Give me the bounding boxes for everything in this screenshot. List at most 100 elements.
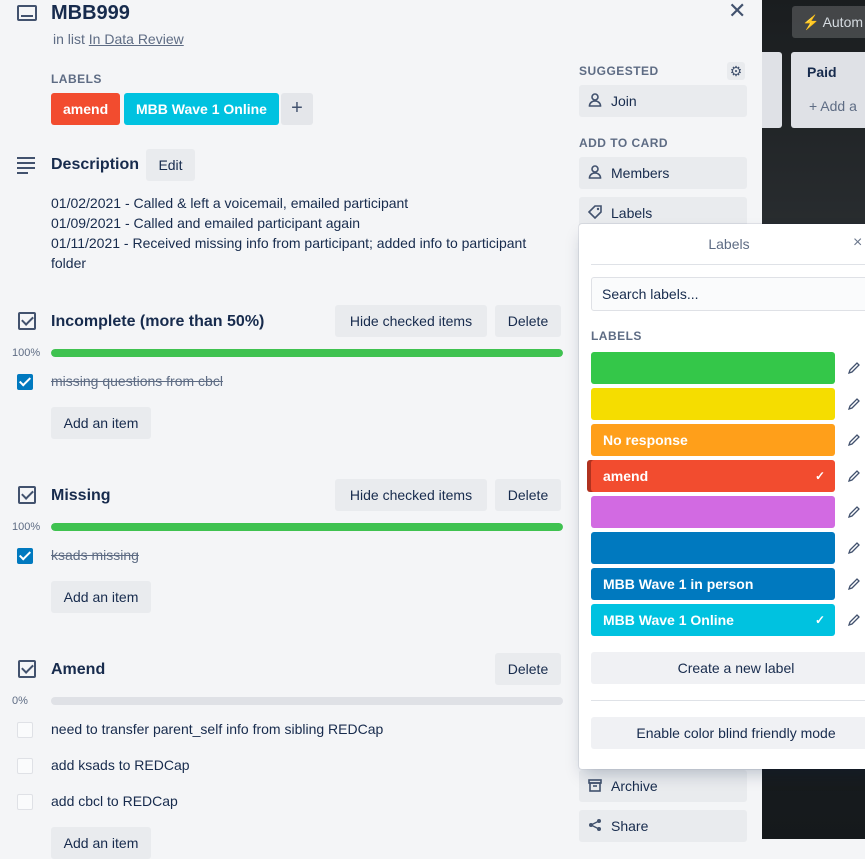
delete-checklist-button[interactable]: Delete	[495, 479, 561, 511]
label-option[interactable]: No response	[591, 424, 835, 456]
card-icon	[17, 5, 37, 21]
checklist-percent: 0%	[12, 695, 28, 707]
checklist-item-checkbox[interactable]	[17, 722, 33, 738]
popover-title: Labels	[708, 236, 750, 252]
checkmark-icon: ✓	[814, 613, 825, 627]
progress-fill	[51, 349, 563, 357]
checklist-item-text[interactable]: missing questions from cbcl	[51, 373, 223, 389]
pencil-icon[interactable]	[847, 541, 861, 555]
checklist-title[interactable]: Amend	[51, 661, 105, 679]
checklist-item-checkbox[interactable]	[17, 374, 33, 390]
checklist-title[interactable]: Missing	[51, 487, 111, 505]
divider	[591, 700, 865, 701]
automate-label: Autom	[822, 14, 864, 30]
archive-label: Archive	[611, 778, 658, 794]
label-option-text: MBB Wave 1 Online	[603, 612, 734, 628]
progress-fill	[51, 523, 563, 531]
description-line: 01/09/2021 - Called and emailed particip…	[51, 215, 360, 231]
checklist-icon	[18, 660, 36, 678]
card-title[interactable]: MBB999	[51, 2, 130, 25]
join-label: Join	[611, 93, 637, 109]
pencil-icon[interactable]	[847, 577, 861, 591]
checklist-progress-bar	[51, 523, 563, 531]
board-list-partial	[762, 52, 782, 128]
add-to-card-heading: ADD TO CARD	[579, 136, 669, 150]
label-chip-amend[interactable]: amend	[51, 93, 121, 125]
checklist-percent: 100%	[12, 347, 41, 359]
close-icon[interactable]: ×	[853, 234, 862, 252]
add-label-button[interactable]: +	[281, 93, 313, 125]
checklist-item-checkbox[interactable]	[17, 548, 33, 564]
checklist-item-text[interactable]: ksads missing	[51, 547, 139, 563]
description-heading: Description	[51, 156, 140, 173]
description-text[interactable]: 01/02/2021 - Called & left a voicemail, …	[51, 193, 551, 273]
join-button[interactable]: Join	[579, 85, 747, 117]
label-chip-mbb-wave-1-online[interactable]: MBB Wave 1 Online	[124, 93, 279, 125]
card-list-info: in list In Data Review	[53, 31, 184, 47]
members-label: Members	[611, 165, 670, 181]
share-icon	[589, 819, 601, 831]
in-list-prefix: in list	[53, 31, 85, 47]
edit-description-button[interactable]: Edit	[146, 149, 195, 181]
label-option[interactable]	[591, 496, 835, 528]
hide-checked-items-button[interactable]: Hide checked items	[335, 305, 487, 337]
description-line: 01/02/2021 - Called & left a voicemail, …	[51, 195, 409, 211]
gear-icon[interactable]: ⚙	[727, 62, 745, 80]
person-icon	[588, 165, 602, 179]
popover-labels-heading: LABELS	[591, 329, 642, 343]
share-label: Share	[611, 818, 649, 834]
checklist-progress-bar	[51, 349, 563, 357]
divider	[591, 264, 865, 265]
description-icon	[17, 157, 35, 174]
label-option[interactable]: amend ✓	[591, 460, 835, 492]
pencil-icon[interactable]	[847, 361, 861, 375]
checklist-title[interactable]: Incomplete (more than 50%)	[51, 313, 264, 331]
checklist-item-text[interactable]: add cbcl to REDCap	[51, 793, 178, 809]
suggested-heading: SUGGESTED	[579, 64, 659, 78]
checkmark-icon: ✓	[814, 469, 825, 483]
pencil-icon[interactable]	[847, 469, 861, 483]
checklist-item-text[interactable]: add ksads to REDCap	[51, 757, 190, 773]
board-list-paid[interactable]: Paid + Add a	[791, 52, 865, 128]
add-item-button[interactable]: Add an item	[51, 407, 151, 439]
add-item-button[interactable]: Add an item	[51, 581, 151, 613]
share-button[interactable]: Share	[579, 810, 747, 842]
members-button[interactable]: Members	[579, 157, 747, 189]
pencil-icon[interactable]	[847, 613, 861, 627]
board-list-title: Paid	[807, 64, 837, 80]
pencil-icon[interactable]	[847, 505, 861, 519]
description-line: 01/11/2021 - Received missing info from …	[51, 235, 527, 271]
delete-checklist-button[interactable]: Delete	[495, 653, 561, 685]
label-option[interactable]	[591, 532, 835, 564]
tag-icon	[588, 205, 602, 219]
label-option[interactable]	[591, 388, 835, 420]
label-option[interactable]: MBB Wave 1 in person	[591, 568, 835, 600]
close-icon[interactable]: ✕	[728, 0, 746, 24]
label-option[interactable]: MBB Wave 1 Online ✓	[591, 604, 835, 636]
person-icon	[588, 93, 602, 107]
label-option-text: MBB Wave 1 in person	[603, 576, 754, 592]
archive-icon	[588, 779, 602, 792]
checklist-progress-bar	[51, 697, 563, 705]
checklist-item-checkbox[interactable]	[17, 758, 33, 774]
label-option[interactable]	[591, 352, 835, 384]
pencil-icon[interactable]	[847, 433, 861, 447]
checklist-item-text[interactable]: need to transfer parent_self info from s…	[51, 721, 383, 737]
checklist-percent: 100%	[12, 521, 41, 533]
board-list-add-card[interactable]: + Add a	[809, 98, 857, 114]
label-option-text: amend	[603, 468, 649, 484]
create-label-button[interactable]: Create a new label	[591, 652, 865, 684]
color-blind-mode-button[interactable]: Enable color blind friendly mode	[591, 717, 865, 749]
archive-button[interactable]: Archive	[579, 770, 747, 802]
hide-checked-items-button[interactable]: Hide checked items	[335, 479, 487, 511]
automate-button[interactable]: ⚡ Autom	[792, 6, 865, 38]
delete-checklist-button[interactable]: Delete	[495, 305, 561, 337]
search-labels-input[interactable]	[591, 277, 865, 311]
pencil-icon[interactable]	[847, 397, 861, 411]
checklist-item-checkbox[interactable]	[17, 794, 33, 810]
checklist-icon	[18, 312, 36, 330]
list-link[interactable]: In Data Review	[89, 31, 184, 47]
add-item-button[interactable]: Add an item	[51, 827, 151, 859]
labels-popover: Labels × LABELS No response amend ✓ MBB W…	[579, 224, 865, 769]
label-option-text: No response	[603, 432, 688, 448]
